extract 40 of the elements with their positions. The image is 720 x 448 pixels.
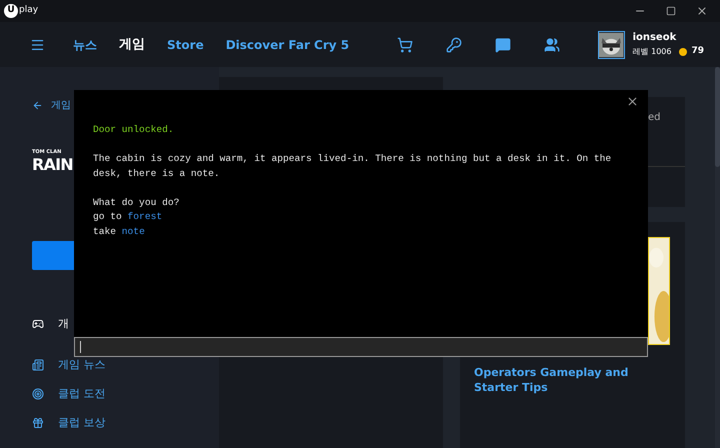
console-text: The cabin is cozy and warm, it appears lived-in. There is nothing but a desk in it. On the: [93, 152, 612, 166]
nav-tab[interactable]: 게임: [119, 34, 146, 54]
coin-count: 79: [691, 45, 704, 58]
nav-tab[interactable]: Store: [167, 36, 204, 54]
close-icon[interactable]: [696, 5, 708, 17]
username: ionseok: [632, 31, 678, 46]
nav-tab[interactable]: 뉴스: [73, 36, 98, 54]
cart-icon[interactable]: [397, 36, 414, 52]
game-logo: RAIN: [32, 156, 73, 172]
nav-tab[interactable]: Discover Far Cry 5: [226, 36, 350, 54]
logo-mark: U: [4, 4, 18, 18]
sidebar-item[interactable]: 개: [58, 318, 69, 330]
back-link[interactable]: 게임: [51, 98, 71, 113]
target-icon: [32, 388, 44, 400]
sidebar-item[interactable]: 클럽 보상: [58, 416, 106, 428]
card-text: ed: [648, 111, 660, 125]
logo-text: play: [19, 4, 38, 18]
console-link[interactable]: forest: [128, 210, 162, 224]
command-input[interactable]: [74, 337, 648, 357]
news-icon: [32, 358, 44, 370]
maximize-icon[interactable]: [666, 6, 676, 16]
back-icon[interactable]: [32, 100, 43, 111]
close-icon[interactable]: [626, 95, 639, 108]
console-text: Door unlocked.: [93, 123, 174, 137]
scrollbar-thumb[interactable]: [715, 67, 720, 167]
user-level: 레벨 1006: [632, 46, 672, 58]
console-text: desk, there is a note.: [93, 166, 220, 180]
console-text: What do you do?: [93, 196, 180, 210]
friends-icon[interactable]: [544, 36, 560, 52]
article-title[interactable]: Operators Gameplay and Starter Tips: [474, 365, 674, 395]
coin-icon: [679, 48, 688, 56]
console-link[interactable]: note: [122, 224, 145, 239]
gift-icon: [32, 416, 44, 428]
key-icon[interactable]: [446, 36, 462, 52]
gamepad-icon: [32, 318, 44, 330]
sidebar-item[interactable]: 게임 뉴스: [58, 358, 106, 370]
console-text: take: [93, 224, 118, 238]
chat-icon[interactable]: [495, 36, 512, 52]
sidebar-item[interactable]: 클럽 도전: [58, 388, 106, 400]
console-text: go to: [93, 210, 123, 224]
